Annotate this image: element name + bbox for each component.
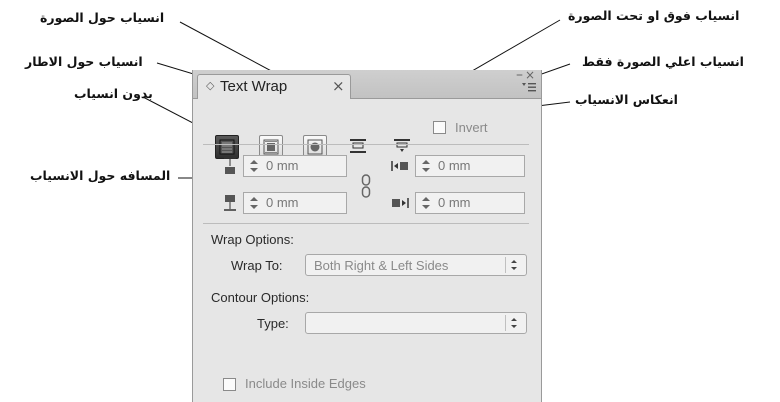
invert-label: Invert xyxy=(455,120,488,135)
spinner-icon[interactable] xyxy=(248,196,260,210)
jump-object-icon xyxy=(350,139,366,153)
separator xyxy=(203,144,529,145)
jump-to-next-column-button[interactable] xyxy=(390,135,414,159)
minimize-icon[interactable]: – xyxy=(516,67,523,83)
callout-wrap-above-below: انسياب فوق او تحت الصورة xyxy=(568,8,740,23)
close-icon[interactable]: × xyxy=(525,68,535,82)
bottom-offset-field[interactable] xyxy=(243,192,347,214)
tab-text-wrap[interactable]: ◇ Text Wrap × xyxy=(197,74,351,99)
right-offset-input[interactable] xyxy=(438,195,498,210)
type-label: Type: xyxy=(257,316,289,331)
callout-wrap-offset: المسافه حول الانسياب xyxy=(30,168,171,183)
select-arrows-icon xyxy=(505,315,517,331)
spinner-icon[interactable] xyxy=(420,196,432,210)
separator xyxy=(203,223,529,224)
invert-checkbox[interactable] xyxy=(433,121,446,134)
callout-wrap-around-frame: انسياب حول الاطار xyxy=(25,54,143,69)
tab-title: Text Wrap xyxy=(220,78,288,95)
right-offset-icon xyxy=(392,198,409,208)
callout-wrap-around-image: انسياب حول الصورة xyxy=(40,10,165,25)
jump-object-button[interactable] xyxy=(346,135,370,159)
wrap-to-select[interactable]: Both Right & Left Sides xyxy=(305,254,527,276)
diamond-icon: ◇ xyxy=(206,79,215,92)
left-offset-input[interactable] xyxy=(438,158,498,173)
wrap-object-shape-icon xyxy=(307,139,323,155)
bottom-offset-icon xyxy=(224,195,236,211)
wrap-options-heading: Wrap Options: xyxy=(211,232,294,247)
contour-type-select[interactable] xyxy=(305,312,527,334)
text-wrap-panel: ◇ Text Wrap × – × Invert 0 mm 0 mm 0 mm … xyxy=(192,67,542,402)
wrap-to-value: Both Right & Left Sides xyxy=(314,258,449,273)
jump-to-next-column-icon xyxy=(394,139,410,152)
top-offset-input[interactable] xyxy=(266,158,326,173)
no-wrap-icon xyxy=(219,139,235,155)
top-offset-icon xyxy=(224,157,236,174)
panel-menu-icon[interactable] xyxy=(522,82,536,92)
include-inside-edges-label: Include Inside Edges xyxy=(245,376,366,391)
spinner-icon[interactable] xyxy=(248,159,260,173)
top-offset-field[interactable] xyxy=(243,155,347,177)
include-inside-edges-checkbox[interactable] xyxy=(223,378,236,391)
tab-close-icon[interactable]: × xyxy=(332,77,345,95)
callout-wrap-top-only: انسياب اعلي الصورة فقط xyxy=(582,54,744,69)
screenshot-stage: انسياب حول الصورة انسياب حول الاطار بدون… xyxy=(0,0,780,402)
callout-no-wrap: بدون انسياب xyxy=(74,86,153,101)
no-wrap-button[interactable] xyxy=(215,135,239,159)
left-offset-field[interactable] xyxy=(415,155,525,177)
select-arrows-icon xyxy=(505,257,517,273)
contour-options-heading: Contour Options: xyxy=(211,290,310,305)
chain-link-icon[interactable] xyxy=(360,174,372,198)
bottom-offset-input[interactable] xyxy=(266,195,326,210)
spinner-icon[interactable] xyxy=(420,159,432,173)
left-offset-icon xyxy=(391,161,408,171)
callout-invert-wrap: انعكاس الانسياب xyxy=(575,92,678,107)
panel-tab-strip: ◇ Text Wrap × – × xyxy=(193,67,541,99)
right-offset-field[interactable] xyxy=(415,192,525,214)
wrap-to-label: Wrap To: xyxy=(231,258,283,273)
wrap-bounding-box-icon xyxy=(263,139,279,155)
